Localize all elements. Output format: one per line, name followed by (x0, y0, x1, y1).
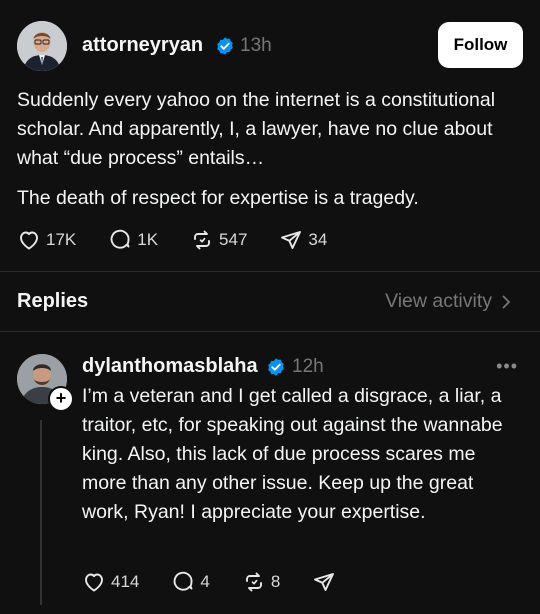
comment-icon (110, 229, 130, 249)
verified-badge-icon (268, 358, 284, 376)
comment-button[interactable]: 1K (108, 228, 158, 252)
send-icon (281, 231, 302, 249)
post-timestamp: 13h (240, 35, 272, 56)
heart-icon (85, 573, 103, 592)
share-button[interactable]: 34 (279, 228, 327, 252)
send-icon (314, 573, 335, 591)
reply-username[interactable]: dylanthomasblaha (82, 355, 258, 378)
author-username[interactable]: attorneyryan (82, 34, 203, 57)
repost-icon (245, 572, 262, 592)
reply-repost-button[interactable]: 8 (242, 570, 280, 594)
post-body-paragraph-1: Suddenly every yahoo on the internet is … (17, 89, 496, 169)
person-portrait-icon (17, 21, 67, 71)
view-activity-label: View activity (385, 290, 492, 312)
reply-share-button[interactable] (312, 570, 336, 594)
like-count: 17K (46, 230, 77, 249)
reply-comment-count: 4 (200, 572, 210, 591)
divider (0, 271, 540, 272)
reply-actions: 414 4 8 (82, 570, 336, 594)
reply-like-count: 414 (111, 572, 140, 591)
follow-button[interactable]: Follow (438, 22, 523, 68)
repost-count: 547 (219, 230, 248, 249)
view-activity-link[interactable]: View activity (385, 290, 514, 313)
follow-plus-badge[interactable]: + (48, 386, 74, 412)
chevron-right-icon (502, 295, 510, 308)
verified-badge-icon (217, 37, 233, 55)
share-count: 34 (308, 230, 328, 249)
repost-button[interactable]: 547 (190, 228, 247, 252)
reply-body: I’m a veteran and I get called a disgrac… (82, 385, 503, 523)
replies-heading: Replies (17, 290, 89, 312)
like-button[interactable]: 17K (17, 228, 76, 252)
comment-count: 1K (137, 230, 159, 249)
comment-icon (174, 571, 193, 591)
more-options-button[interactable]: ••• (496, 356, 518, 377)
reply-like-button[interactable]: 414 (82, 570, 139, 594)
heart-icon (20, 231, 38, 250)
author-avatar[interactable] (17, 21, 67, 71)
post-body-paragraph-2: The death of respect for expertise is a … (17, 187, 419, 209)
repost-icon (194, 230, 210, 250)
divider (0, 331, 540, 332)
post-actions: 17K 1K 547 34 (17, 228, 327, 252)
reply-timestamp: 12h (292, 356, 324, 377)
reply-repost-count: 8 (270, 572, 281, 591)
reply-comment-button[interactable]: 4 (171, 570, 210, 594)
thread-line (40, 420, 42, 605)
